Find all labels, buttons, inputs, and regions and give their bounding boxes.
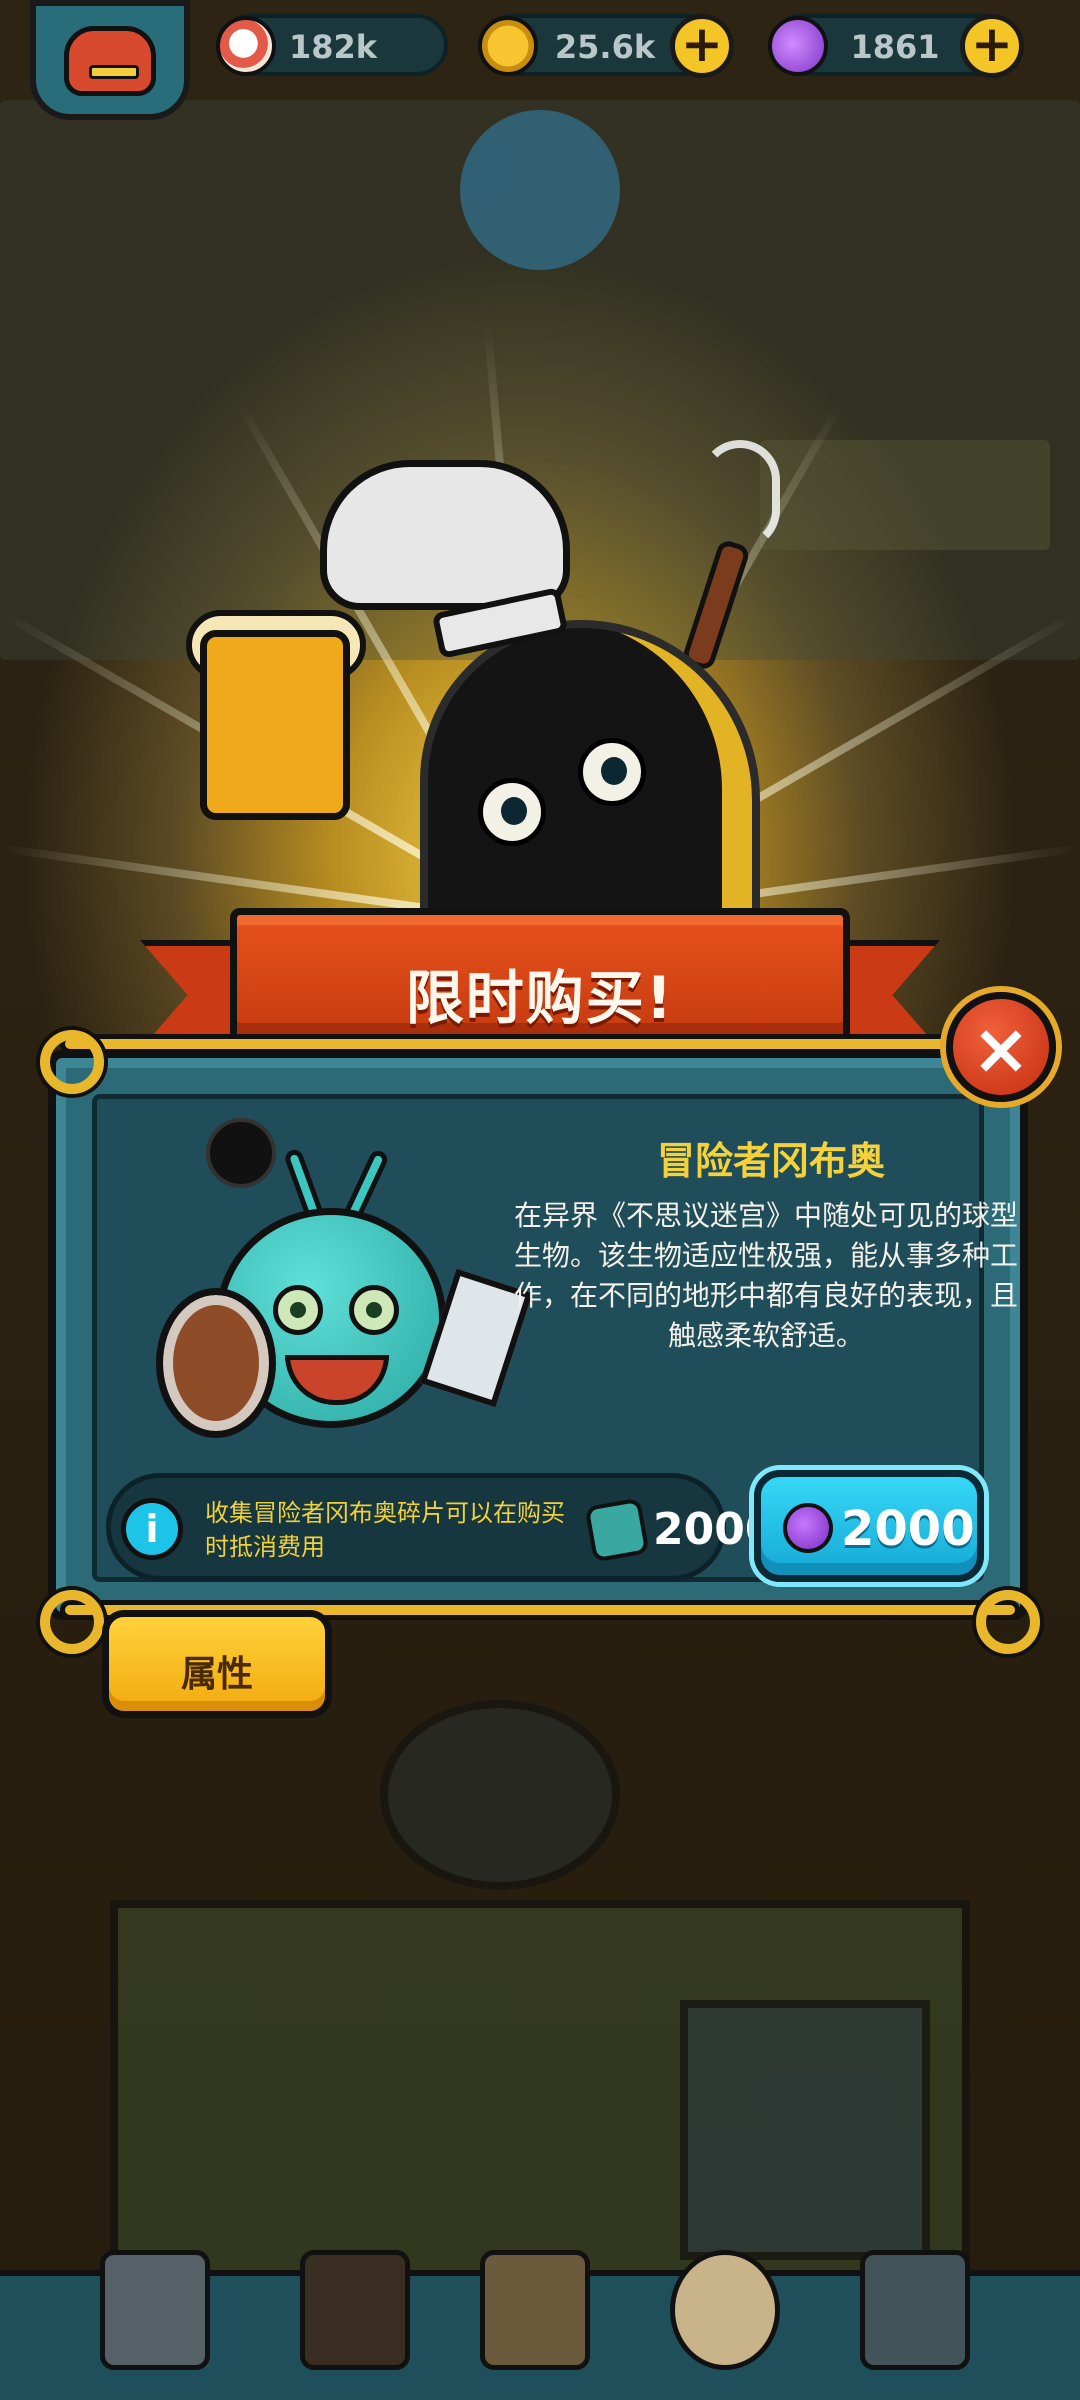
rail-curl [40,1590,104,1654]
buy-button[interactable]: 2000 [754,1470,984,1582]
game-screen: 182k 25.6k + 1861 + 限时购买! 冒险者冈布奥 在异界《不思议… [0,0,1080,2400]
add-coins-button[interactable]: + [670,14,734,78]
plus-icon: + [971,15,1013,73]
shard-info-text: 收集冒险者冈布奥碎片可以在购买时抵消费用 [205,1499,565,1561]
eyeball-count: 182k [288,28,378,66]
top-resource-bar: 182k 25.6k + 1861 + [0,0,1080,120]
item-description: 在异界《不思议迷宫》中随处可见的球型生物。该生物适应性极强，能从事多种工作，在不… [513,1199,1018,1352]
potion-icon [768,16,828,76]
gumball-portrait [106,1118,533,1448]
banner-title: 限时购买! [405,964,675,1032]
chef-hat-icon [320,460,570,610]
nav-bag-icon[interactable] [670,2250,780,2370]
coin-counter: 25.6k + [478,14,734,78]
potion-icon [783,1503,833,1553]
gumball-shard-icon [584,1497,650,1563]
attributes-button[interactable]: 属性 [102,1610,332,1718]
coin-count: 25.6k [554,28,656,66]
player-avatar[interactable] [30,0,190,120]
shield-icon [156,1288,276,1438]
mascot-eye [578,738,646,806]
chef-gumball-mascot [180,440,820,980]
cigar-icon [680,538,752,672]
mascot-eye [478,778,546,846]
smoke-icon [700,440,780,550]
item-name: 冒险者冈布奥 [656,1139,885,1183]
plus-icon: + [681,15,723,73]
avatar-monster-icon [64,26,156,96]
eyeball-counter: 182k [216,14,448,76]
coin-icon [478,16,538,76]
background-eye-portal [460,110,620,270]
mini-chef-gumball-icon [206,1118,276,1188]
offer-panel: 冒险者冈布奥 在异界《不思议迷宫》中随处可见的球型生物。该生物适应性极强，能从事… [48,1050,1028,1620]
add-potions-button[interactable]: + [960,14,1024,78]
close-icon: × [971,1008,1031,1090]
nav-menu-icon[interactable] [860,2250,970,2370]
eyeball-icon [216,16,276,76]
potion-count: 1861 [850,28,940,66]
background-door [680,2000,930,2260]
shard-info-bar: i 收集冒险者冈布奥碎片可以在购买时抵消费用 2000 [106,1473,775,1581]
nav-monster-icon[interactable] [300,2250,410,2370]
nav-building-icon[interactable] [100,2250,210,2370]
info-icon[interactable]: i [121,1498,183,1560]
nav-book-icon[interactable] [480,2250,590,2370]
rail-curl [40,1030,104,1094]
attributes-label: 属性 [180,1654,253,1695]
close-button[interactable]: × [946,992,1056,1102]
rail-curl [976,1590,1040,1654]
background-cauldron [380,1700,620,1890]
buy-price: 2000 [841,1501,975,1557]
potion-counter: 1861 + [768,14,1024,78]
beer-mug-icon [200,630,350,820]
panel-top-rail [60,1034,1020,1054]
